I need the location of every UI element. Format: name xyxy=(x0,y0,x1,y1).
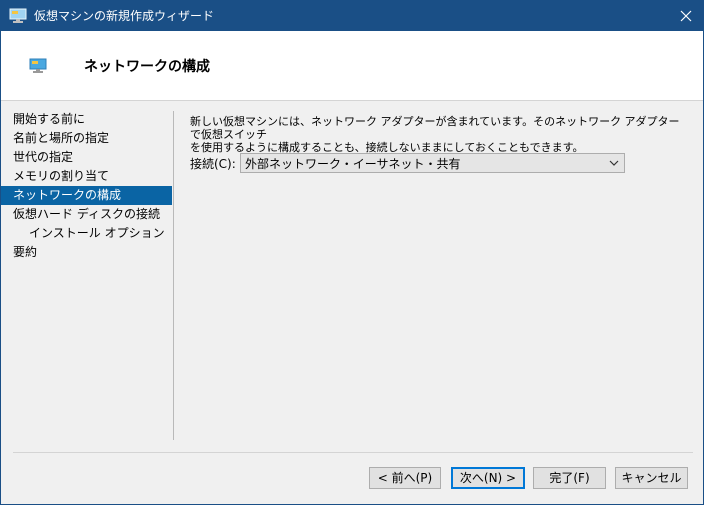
header-divider xyxy=(1,100,703,101)
step-memory[interactable]: メモリの割り当て xyxy=(1,167,172,186)
page-title: ネットワークの構成 xyxy=(84,59,210,75)
step-installation-options[interactable]: インストール オプション xyxy=(1,224,172,243)
wizard-steps: 開始する前に 名前と場所の指定 世代の指定 メモリの割り当て ネットワークの構成… xyxy=(1,110,172,262)
connection-value: 外部ネットワーク・イーサネット・共有 xyxy=(245,157,461,171)
wizard-header: ネットワークの構成 xyxy=(1,31,703,100)
description-text: 新しい仮想マシンには、ネットワーク アダプターが含まれています。そのネットワーク… xyxy=(190,115,680,154)
close-icon xyxy=(680,10,692,22)
cancel-button[interactable]: キャンセル xyxy=(615,467,688,489)
footer-divider xyxy=(13,452,693,453)
finish-button[interactable]: 完了(F) xyxy=(533,467,606,489)
chevron-down-icon xyxy=(609,160,619,166)
window-title: 仮想マシンの新規作成ウィザード xyxy=(34,9,215,23)
step-summary[interactable]: 要約 xyxy=(1,243,172,262)
connection-label: 接続(C): xyxy=(190,157,236,171)
close-button[interactable] xyxy=(669,1,703,31)
nav-divider xyxy=(173,111,174,440)
step-name-and-location[interactable]: 名前と場所の指定 xyxy=(1,129,172,148)
step-virtual-hard-disk[interactable]: 仮想ハード ディスクの接続 xyxy=(1,205,172,224)
step-generation[interactable]: 世代の指定 xyxy=(1,148,172,167)
monitor-icon xyxy=(9,8,27,23)
connection-row: 接続(C): 外部ネットワーク・イーサネット・共有 xyxy=(190,153,686,175)
step-networking[interactable]: ネットワークの構成 xyxy=(1,186,172,205)
wizard-window: 仮想マシンの新規作成ウィザード ネットワークの構成 開始する前に 名前と場所の指… xyxy=(0,0,704,505)
connection-select[interactable]: 外部ネットワーク・イーサネット・共有 xyxy=(240,153,625,173)
title-bar[interactable]: 仮想マシンの新規作成ウィザード xyxy=(1,1,703,31)
monitor-icon xyxy=(29,58,47,73)
step-before-you-begin[interactable]: 開始する前に xyxy=(1,110,172,129)
content-pane: 新しい仮想マシンには、ネットワーク アダプターが含まれています。そのネットワーク… xyxy=(190,115,686,173)
prev-button[interactable]: < 前へ(P) xyxy=(369,467,441,489)
next-button[interactable]: 次へ(N) > xyxy=(451,467,525,489)
